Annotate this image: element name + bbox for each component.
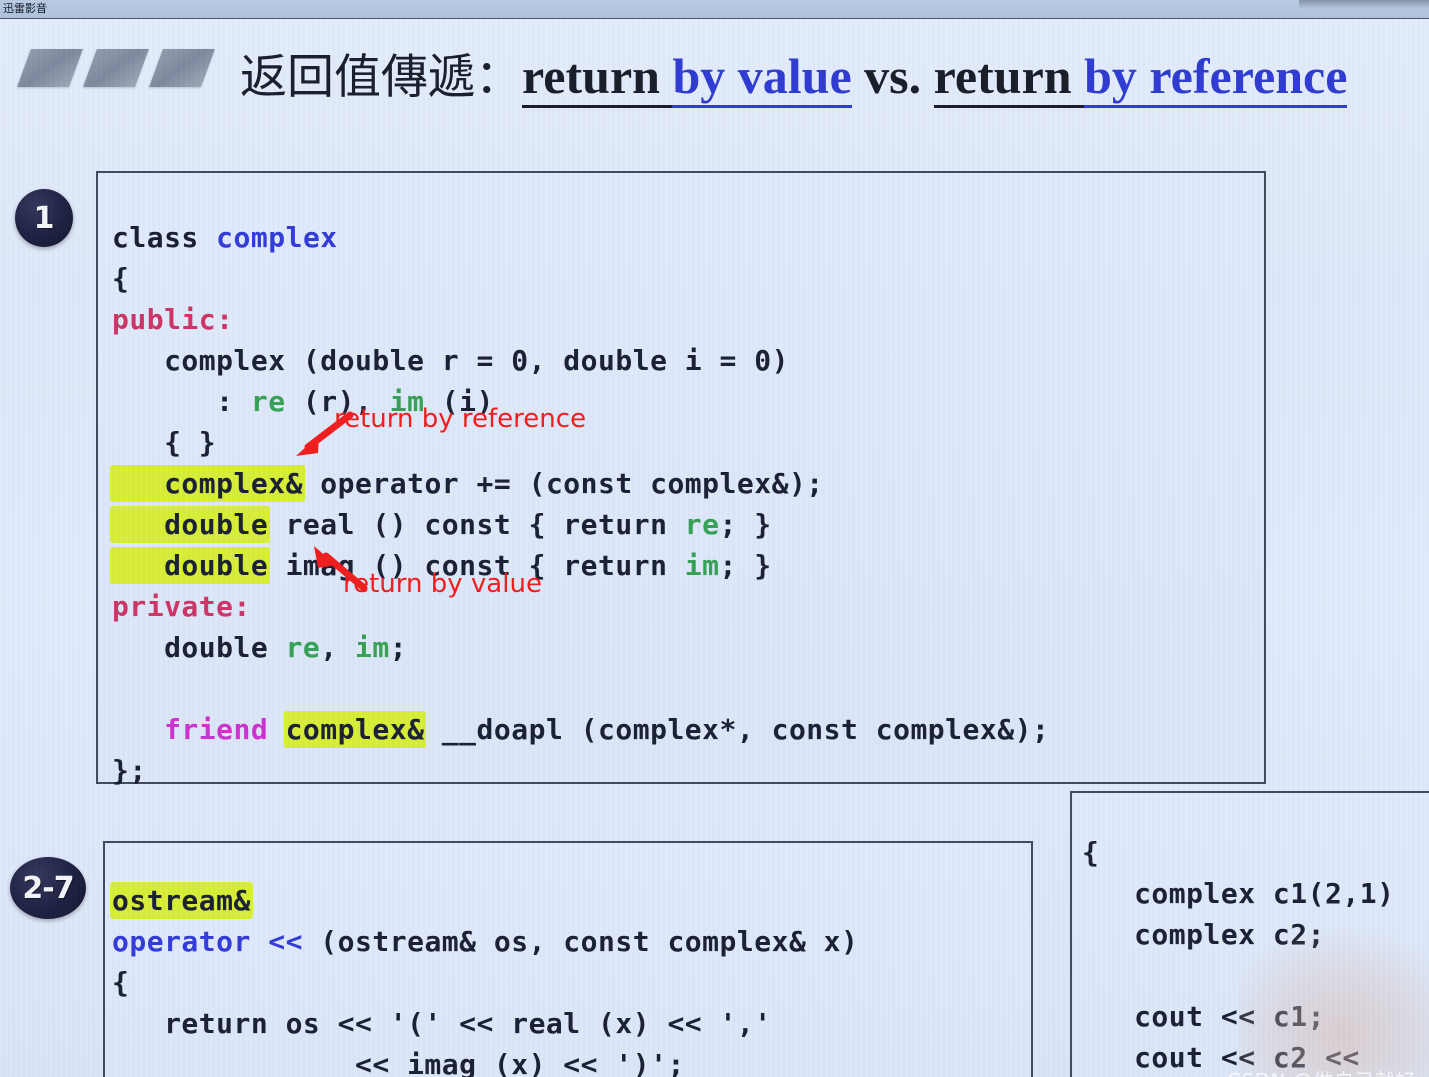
code-highlight-double-real: double [112,508,269,541]
code-fields-comma: , [320,631,356,664]
code-initlist-prefix: : [112,385,251,418]
code-empty-body: { } [112,426,217,459]
code-ostream-open-brace: { [112,966,130,999]
code-kw-operator: operator [112,925,269,958]
code-usage-example: { complex c1(2,1) complex c2; cout << c1… [1082,832,1394,1077]
code-kw-friend: friend [112,713,286,746]
code-ostream-return-line2: << imag (x) << ')'; [112,1048,685,1077]
deco-parallelogram-3 [149,49,215,87]
code-ostream-return-line1: return os << '(' << real (x) << ',' [112,1007,772,1040]
code-real-body-a: real () const { return [268,508,685,541]
code-type-complex: complex [216,221,338,254]
code-member-im-return: im [684,549,720,582]
annotation-return-by-value: return by value [343,569,542,599]
deco-parallelogram-1 [17,49,83,87]
code-usage-cout-c1: cout << c1; [1082,1000,1326,1033]
slide-title: 返回值傳遞：return by value vs. return by refe… [240,47,1429,109]
slide-title-return-2: return [933,48,1085,108]
code-usage-open-brace: { [1082,836,1100,869]
code-member-re-return: re [684,508,720,541]
code-kw-class: class [112,221,217,254]
code-ostream-params: (ostream& os, const complex& x) [302,925,859,958]
code-doapl-signature: __doapl (complex*, const complex&); [424,713,1050,746]
slide-canvas: 返回值傳遞：return by value vs. return by refe… [0,19,1429,1077]
code-imag-body-c: ; } [719,549,772,582]
deco-parallelogram-2 [83,49,149,87]
code-usage-c1-decl: complex c1(2,1) [1082,877,1395,910]
slide-title-by-reference: by reference [1084,48,1348,108]
code-real-body-c: ; } [719,508,772,541]
slide-badge-one: 1 [15,189,73,247]
csdn-watermark: CSDN @做自己就好. [1227,1065,1423,1077]
slide-title-vs: vs. [851,48,934,104]
code-highlight-ostream-ref: ostream& [112,884,251,917]
code-fields-semicolon: ; [389,631,408,664]
screen-root: 迅雷影音 返回值傳遞：return by value vs. return by… [0,0,1429,1077]
code-field-im: im [355,631,390,664]
code-fields-prefix: double [112,631,286,664]
code-class-close: }; [112,754,147,787]
code-open-brace: { [112,262,130,295]
code-ostream-operator: ostream& operator << (ostream& os, const… [112,880,858,1077]
code-field-re: re [285,631,321,664]
slide-title-by-value: by value [672,48,852,108]
annotation-return-by-reference: return by reference [334,404,587,434]
slide-badge-two-seven: 2-7 [10,857,86,919]
code-highlight-double-imag: double [112,549,269,582]
code-usage-c2-decl: complex c2; [1082,918,1326,951]
code-class-complex: class complex { public: complex (double … [112,217,1049,791]
header-decoration [17,49,215,89]
slide-title-cjk: 返回值傳遞： [240,50,522,105]
code-highlight-friend-complex-ref: complex& [285,713,425,746]
slide-title-return-1: return [522,48,673,108]
code-kw-public: public: [112,303,234,336]
code-kw-private: private: [112,590,251,623]
code-highlight-complex-ref: complex& [112,467,303,500]
titlebar-shadow [1299,0,1429,9]
player-titlebar[interactable]: 迅雷影音 [0,0,1429,19]
code-operator-shift-left: << [268,925,303,958]
player-title-text: 迅雷影音 [3,2,47,15]
code-operator-plus-equal: operator += (const complex&); [302,467,824,500]
code-member-re-init: re [250,385,286,418]
code-ctor-signature: complex (double r = 0, double i = 0) [112,344,789,377]
